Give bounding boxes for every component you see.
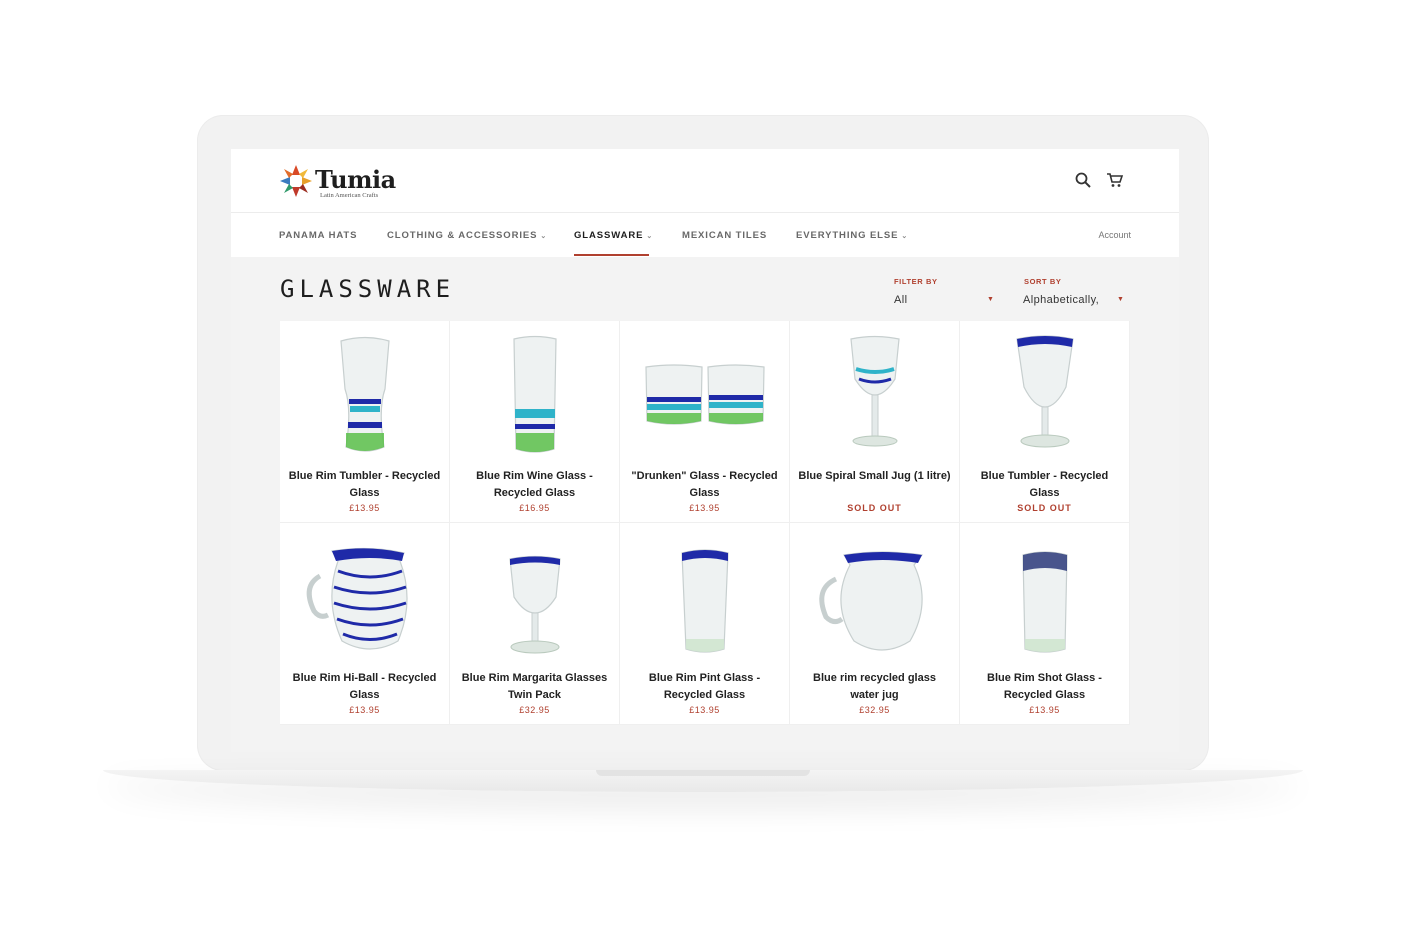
- nav-item-label: GLASSWARE: [574, 230, 644, 241]
- shot-glass-image: [1022, 551, 1068, 653]
- nav-item-everything-else[interactable]: EVERYTHING ELSE ⌄: [796, 230, 908, 241]
- wine-glass-image: [509, 555, 561, 654]
- product-price: £13.95: [349, 503, 380, 513]
- search-icon[interactable]: [1074, 171, 1092, 189]
- spiral-jug-image: [306, 547, 408, 650]
- product-name: Blue Spiral Small Jug (1 litre): [798, 470, 951, 482]
- product-name: Blue Rim Wine Glass - Recycled Glass: [476, 470, 593, 499]
- nav-item-label: CLOTHING & ACCESSORIES: [387, 230, 538, 241]
- nav-item-clothing-accessories[interactable]: CLOTHING & ACCESSORIES ⌄: [387, 230, 547, 241]
- nav-item-label: MEXICAN TILES: [682, 230, 768, 241]
- pint-glass-image: [681, 549, 729, 653]
- filter-label: FILTER BY: [894, 277, 938, 286]
- product-price: £13.95: [689, 705, 720, 715]
- product-price: £13.95: [689, 503, 720, 513]
- product-price: £16.95: [519, 503, 550, 513]
- page-title: GLASSWARE: [280, 275, 456, 303]
- laptop-notch: [596, 770, 810, 776]
- product-name: Blue Tumbler - Recycled Glass: [980, 470, 1109, 499]
- product-card[interactable]: Blue Tumbler - Recycled Glass SOLD OUT: [960, 321, 1130, 523]
- chevron-down-icon: ⌄: [901, 233, 909, 240]
- sold-out-label: SOLD OUT: [1017, 503, 1072, 513]
- product-card[interactable]: Blue Rim Margarita Glasses Twin Pack £32…: [450, 523, 620, 725]
- nav-item-label: PANAMA HATS: [279, 230, 358, 241]
- nav-item-glassware[interactable]: GLASSWARE ⌄: [574, 230, 653, 241]
- product-name: Blue rim recycled glass water jug: [813, 672, 936, 701]
- product-price: £13.95: [349, 705, 380, 715]
- round-jug-image: [819, 551, 924, 651]
- chevron-down-icon: ⌄: [646, 233, 654, 240]
- brand-tagline: Latin American Crafts: [320, 192, 379, 199]
- nav-item-panama-hats[interactable]: PANAMA HATS: [279, 230, 357, 241]
- filter-select[interactable]: All: [894, 294, 907, 306]
- product-price: £32.95: [519, 705, 550, 715]
- goblet-image: [1016, 335, 1074, 448]
- product-price: £32.95: [859, 705, 890, 715]
- product-card[interactable]: Blue Rim Tumbler - Recycled Glass £13.95: [280, 321, 450, 523]
- product-card[interactable]: Blue Rim Hi-Ball - Recycled Glass £13.95: [280, 523, 450, 725]
- product-card[interactable]: Blue Spiral Small Jug (1 litre) SOLD OUT: [790, 321, 960, 523]
- product-card[interactable]: Blue Rim Shot Glass - Recycled Glass £13…: [960, 523, 1130, 725]
- product-card[interactable]: "Drunken" Glass - Recycled Glass £13.95: [620, 321, 790, 523]
- account-link[interactable]: Account: [1098, 230, 1131, 240]
- tall-glass-image: [513, 335, 557, 453]
- product-card[interactable]: Blue Rim Pint Glass - Recycled Glass £13…: [620, 523, 790, 725]
- product-grid: Blue Rim Tumbler - Recycled Glass £13.95…: [280, 321, 1130, 752]
- product-name: Blue Rim Pint Glass - Recycled Glass: [648, 672, 761, 701]
- browser-screen: Tumia Latin American Crafts PANAMA HATS …: [231, 149, 1179, 752]
- main-navigation: PANAMA HATS CLOTHING & ACCESSORIES ⌄ GLAS…: [231, 213, 1179, 257]
- chevron-down-icon: ⌄: [540, 233, 548, 240]
- product-price: £13.95: [1029, 705, 1060, 715]
- tumbler-glass-image: [340, 336, 390, 452]
- sold-out-label: SOLD OUT: [847, 503, 902, 513]
- product-name: Blue Rim Shot Glass - Recycled Glass: [987, 672, 1102, 701]
- nav-item-mexican-tiles[interactable]: MEXICAN TILES: [682, 230, 767, 241]
- star-logo-icon: [280, 165, 312, 197]
- product-card[interactable]: Blue Rim Wine Glass - Recycled Glass £16…: [450, 321, 620, 523]
- product-name: Blue Rim Hi-Ball - Recycled Glass: [292, 672, 437, 701]
- caret-down-icon: ▼: [1117, 296, 1124, 303]
- cart-icon[interactable]: [1106, 171, 1124, 189]
- sort-select[interactable]: Alphabetically,: [1023, 294, 1099, 306]
- product-name: "Drunken" Glass - Recycled Glass: [631, 470, 778, 499]
- nav-item-label: EVERYTHING ELSE: [796, 230, 899, 241]
- product-name: Blue Rim Margarita Glasses Twin Pack: [461, 672, 608, 701]
- two-short-glasses-image: [645, 364, 765, 425]
- caret-down-icon: ▼: [987, 296, 994, 303]
- product-card[interactable]: Blue rim recycled glass water jug £32.95: [790, 523, 960, 725]
- stemmed-spiral-glass-image: [850, 335, 900, 447]
- active-nav-indicator: [574, 254, 649, 256]
- sort-label: SORT BY: [1024, 277, 1062, 286]
- product-name: Blue Rim Tumbler - Recycled Glass: [288, 470, 441, 499]
- site-header: Tumia Latin American Crafts: [231, 149, 1179, 213]
- brand-name: Tumia: [315, 165, 396, 194]
